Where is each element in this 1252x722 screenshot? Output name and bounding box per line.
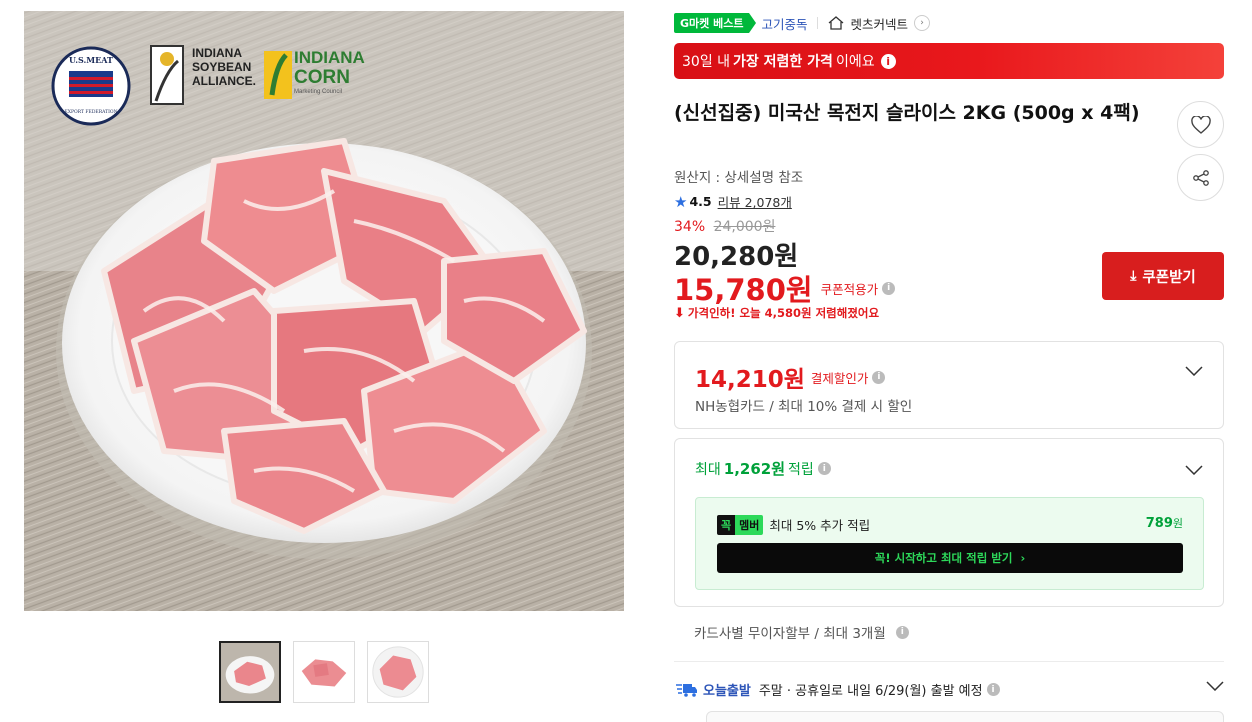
member-logo: 꼭 멤버: [717, 514, 764, 535]
svg-text:CORN: CORN: [294, 67, 350, 88]
divider: [817, 17, 819, 29]
reward-prefix: 최대: [695, 461, 721, 478]
svg-text:INDIANA: INDIANA: [294, 48, 365, 67]
thumbnail-list: [219, 641, 429, 703]
member-points-value: 789: [1145, 516, 1173, 531]
member-points-unit: 원: [1172, 517, 1183, 530]
member-text: 최대 5% 추가 적립: [769, 518, 871, 533]
member-logo-b: 멤버: [735, 514, 764, 535]
payment-price: 14,210원: [695, 367, 805, 393]
chevron-down-icon[interactable]: [1185, 366, 1203, 376]
member-logo-a: 꼭: [717, 514, 736, 535]
info-icon[interactable]: i: [872, 370, 886, 384]
banner-bold: 가장 저렴한 가격: [733, 54, 833, 70]
info-icon[interactable]: i: [895, 625, 909, 639]
usmeat-logo: U.S.MEAT EXPORT FEDERATION: [51, 46, 131, 126]
thumbnail-3[interactable]: [367, 641, 429, 703]
shipping-row: 오늘출발 주말 · 공휴일로 내일 6/29(월) 출발 예정 i: [676, 680, 1000, 699]
svg-text:EXPORT FEDERATION: EXPORT FEDERATION: [64, 109, 117, 115]
rating-score: 4.5: [689, 194, 712, 209]
discount-row: 34% 24,000원: [674, 216, 775, 236]
payment-detail: NH농협카드 / 최대 10% 결제 시 할인: [695, 399, 913, 415]
member-promo-box: 꼭 멤버 최대 5% 추가 적립 789원 꼭! 시작하고 최대 적립 받기 ›: [695, 497, 1204, 590]
reward-card[interactable]: 최대 1,262원 적립 i 꼭 멤버 최대 5% 추가 적립 789원 꼭! …: [674, 438, 1224, 607]
svg-text:SOYBEAN: SOYBEAN: [192, 60, 251, 74]
heart-icon: [1190, 115, 1211, 134]
chevron-right-icon: ›: [1020, 551, 1026, 565]
installment-text: 카드사별 무이자할부 / 최대 3개월: [694, 626, 886, 642]
share-button[interactable]: [1177, 154, 1224, 201]
info-icon[interactable]: i: [817, 462, 831, 475]
svg-text:Marketing Council: Marketing Council: [294, 89, 342, 95]
member-points: 789원: [1146, 515, 1183, 531]
rating-row: ★ 4.5 리뷰 2,078개: [674, 192, 792, 211]
badge-row: G마켓 베스트 고기중독 렛츠커넥트 ›: [674, 13, 930, 33]
banner-prefix: 30일 내: [682, 54, 731, 70]
price-drop-notice: ⬇ 가격인하! 오늘 4,580원 저렴해졌어요: [674, 305, 879, 321]
chevron-right-icon: ›: [914, 15, 930, 31]
store-link[interactable]: 렛츠커넥트 ›: [828, 14, 930, 33]
reward-title: 최대 1,262원 적립 i: [695, 458, 831, 479]
svg-text:INDIANA: INDIANA: [192, 46, 242, 60]
coupon-price-label: 쿠폰적용가: [820, 281, 879, 297]
payment-label: 결제할인가: [810, 370, 869, 386]
chevron-down-icon[interactable]: [1185, 465, 1203, 475]
wishlist-button[interactable]: [1177, 101, 1224, 148]
member-join-button[interactable]: 꼭! 시작하고 최대 적립 받기 ›: [717, 543, 1183, 573]
member-line: 꼭 멤버 최대 5% 추가 적립: [717, 514, 871, 535]
svg-text:U.S.MEAT: U.S.MEAT: [69, 55, 113, 65]
chevron-down-icon[interactable]: [1206, 681, 1224, 691]
svg-text:ALLIANCE.: ALLIANCE.: [192, 74, 256, 88]
payment-price-row: 14,210원 결제할인가 i: [695, 360, 886, 394]
installment-row: 카드사별 무이자할부 / 최대 3개월 i: [694, 622, 909, 642]
share-icon: [1192, 169, 1209, 186]
star-icon: ★: [674, 192, 688, 211]
price-drop-text: 가격인하! 오늘 4,580원 저렴해졌어요: [687, 306, 880, 320]
divider: [674, 661, 1224, 662]
lowest-price-banner: 30일 내 가장 저렴한 가격 이에요 i: [674, 43, 1224, 79]
member-cta-label: 꼭! 시작하고 최대 적립 받기: [874, 551, 1013, 565]
thumbnail-1[interactable]: [219, 641, 281, 703]
discount-rate: 34%: [674, 219, 706, 235]
coupon-price: 15,780원: [674, 273, 813, 307]
coupon-button-label: 쿠폰받기: [1142, 269, 1196, 286]
origin-text: 원산지 : 상세설명 참조: [674, 170, 804, 186]
review-link[interactable]: 리뷰 2,078개: [718, 192, 792, 211]
info-icon[interactable]: i: [880, 53, 896, 69]
payment-discount-card[interactable]: 14,210원 결제할인가 i NH농협카드 / 최대 10% 결제 시 할인: [674, 341, 1224, 429]
shipping-text: 주말 · 공휴일로 내일 6/29(월) 출발 예정: [758, 684, 983, 699]
coupon-download-button[interactable]: ⤓ 쿠폰받기: [1102, 252, 1224, 300]
info-icon[interactable]: i: [986, 683, 1000, 696]
category-link[interactable]: 고기중독: [761, 14, 807, 33]
home-icon: [829, 16, 844, 30]
reward-amount: 1,262원: [723, 460, 786, 478]
banner-suffix: 이에요: [835, 54, 875, 70]
price-down-icon: ⬇: [674, 305, 685, 321]
gmarket-best-badge[interactable]: G마켓 베스트: [674, 13, 757, 33]
coupon-price-row: 15,780원 쿠폰적용가 i: [674, 267, 896, 309]
info-icon[interactable]: i: [882, 281, 896, 295]
thumbnail-2[interactable]: [293, 641, 355, 703]
shipping-detail-box: [706, 711, 1224, 722]
product-title: (신선집중) 미국산 목전지 슬라이스 2KG (500g x 4팩): [674, 102, 1140, 124]
download-icon: ⤓: [1130, 268, 1137, 284]
reward-suffix: 적립: [788, 461, 814, 478]
truck-icon: [676, 683, 697, 697]
today-ship-tag: 오늘출발: [703, 684, 751, 699]
store-name: 렛츠커넥트: [850, 16, 908, 32]
product-main-image: U.S.MEAT EXPORT FEDERATION INDIANA SOYBE…: [24, 11, 624, 611]
original-price: 24,000원: [713, 219, 776, 235]
